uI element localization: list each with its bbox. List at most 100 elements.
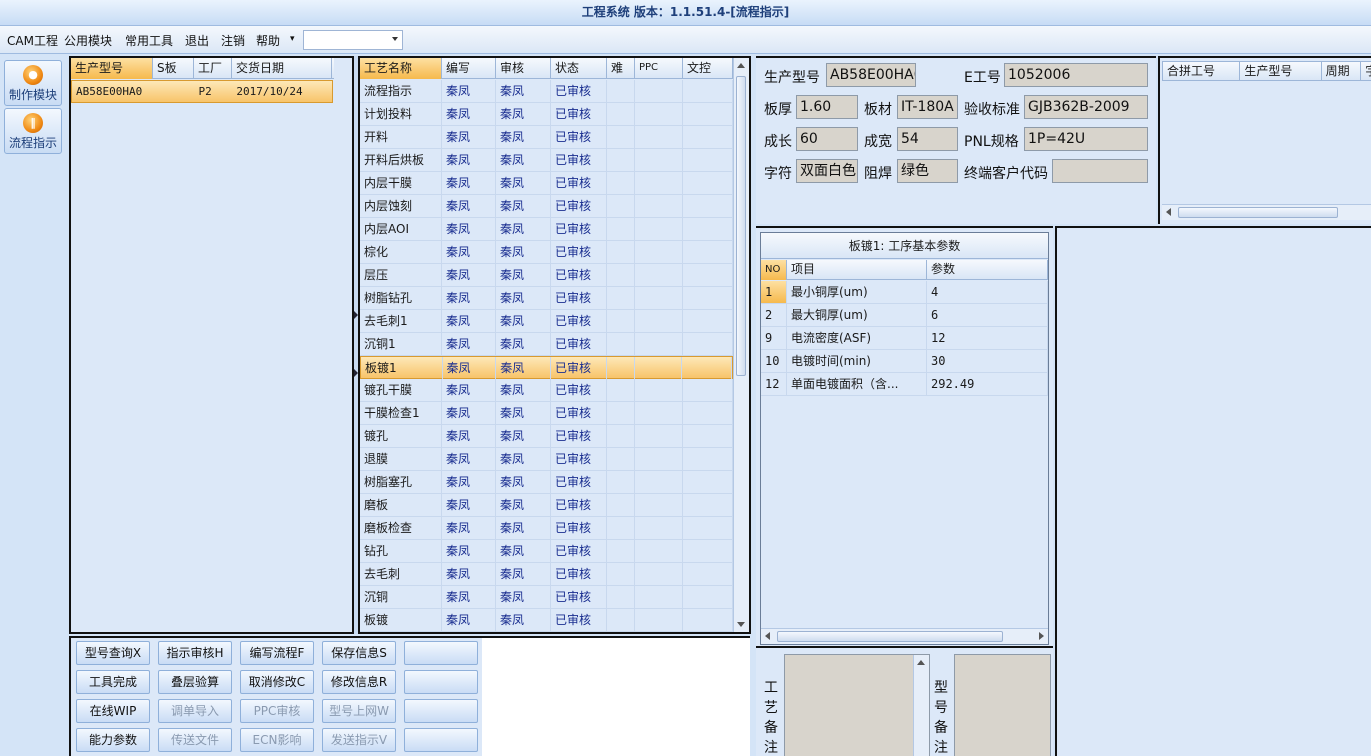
process-row[interactable]: 去毛刺 秦凤 秦凤 已审核	[360, 563, 733, 586]
scroll-up-icon[interactable]	[737, 63, 745, 68]
action-button[interactable]: 取消修改C	[240, 670, 314, 694]
action-button[interactable]: 调单导入	[158, 699, 232, 723]
action-button[interactable]: 编写流程F	[240, 641, 314, 665]
process-row[interactable]: 层压 秦凤 秦凤 已审核	[360, 264, 733, 287]
params-col-value[interactable]: 参数	[927, 260, 1048, 280]
process-row[interactable]: 镀孔 秦凤 秦凤 已审核	[360, 425, 733, 448]
make-module-button[interactable]: ● 制作模块	[4, 60, 62, 106]
process-row[interactable]: 内层蚀刻 秦凤 秦凤 已审核	[360, 195, 733, 218]
char-field[interactable]: 双面白色	[796, 159, 858, 183]
orders-col-date[interactable]: 交货日期	[232, 58, 332, 79]
menu-common-tools[interactable]: 常用工具	[125, 32, 173, 49]
scroll-left-icon[interactable]	[765, 632, 770, 640]
merge-scroll-thumb[interactable]	[1178, 207, 1338, 218]
orders-row[interactable]: AB58E00HA0 P2 2017/10/24	[71, 80, 333, 103]
action-button[interactable]: 在线WIP	[76, 699, 150, 723]
process-col-doc[interactable]: 文控	[683, 58, 733, 79]
process-row[interactable]: 计划投料 秦凤 秦凤 已审核	[360, 103, 733, 126]
pnl-field[interactable]: 1P=42U	[1024, 127, 1148, 151]
scroll-down-icon[interactable]	[737, 622, 745, 627]
standard-field[interactable]: GJB362B-2009	[1024, 95, 1148, 119]
action-button[interactable]: 叠层验算	[158, 670, 232, 694]
menu-logout[interactable]: 注销	[221, 32, 245, 49]
process-row[interactable]: 流程指示 秦凤 秦凤 已审核	[360, 80, 733, 103]
customer-field[interactable]	[1052, 159, 1148, 183]
process-row[interactable]: 沉铜 秦凤 秦凤 已审核	[360, 586, 733, 609]
params-col-no[interactable]: NO	[761, 260, 787, 280]
orders-col-factory[interactable]: 工厂	[194, 58, 232, 79]
process-col-status[interactable]: 状态	[551, 58, 607, 79]
process-row[interactable]: 开料 秦凤 秦凤 已审核	[360, 126, 733, 149]
process-row[interactable]: 钻孔 秦凤 秦凤 已审核	[360, 540, 733, 563]
action-button[interactable]: 传送文件	[158, 728, 232, 752]
process-row[interactable]: 退膜 秦凤 秦凤 已审核	[360, 448, 733, 471]
process-col-writer[interactable]: 编写	[442, 58, 496, 79]
process-row[interactable]: 干膜检查1 秦凤 秦凤 已审核	[360, 402, 733, 425]
merge-hscroll[interactable]	[1162, 204, 1371, 220]
action-button[interactable]: 发送指示V	[322, 728, 396, 752]
process-row[interactable]: 内层干膜 秦凤 秦凤 已审核	[360, 172, 733, 195]
action-button[interactable]: 型号上网W	[322, 699, 396, 723]
params-row[interactable]: 1 最小铜厚(um) 4	[761, 281, 1048, 304]
action-button[interactable]: 型号查询X	[76, 641, 150, 665]
action-button[interactable]: ECN影响	[240, 728, 314, 752]
process-row[interactable]: 板镀 秦凤 秦凤 已审核	[360, 609, 733, 632]
process-row[interactable]: 树脂塞孔 秦凤 秦凤 已审核	[360, 471, 733, 494]
process-row[interactable]: 去毛刺1 秦凤 秦凤 已审核	[360, 310, 733, 333]
blank-button[interactable]	[404, 641, 478, 665]
process-scrollbar[interactable]	[733, 58, 749, 632]
scroll-right-icon[interactable]	[1039, 632, 1044, 640]
scroll-left-icon[interactable]	[1166, 208, 1171, 216]
merge-col-model[interactable]: 生产型号	[1240, 62, 1322, 81]
process-row[interactable]: 沉铜1 秦凤 秦凤 已审核	[360, 333, 733, 356]
action-button[interactable]: 指示审核H	[158, 641, 232, 665]
process-row[interactable]: 板镀1 秦凤 秦凤 已审核	[360, 356, 733, 379]
merge-col-job[interactable]: 合拼工号	[1163, 62, 1241, 81]
thickness-field[interactable]: 1.60	[796, 95, 858, 119]
length-field[interactable]: 60	[796, 127, 858, 151]
material-field[interactable]: IT-180A	[897, 95, 958, 119]
merge-col-char[interactable]: 字	[1361, 62, 1371, 81]
process-note-textarea[interactable]	[784, 654, 930, 756]
menu-exit[interactable]: 退出	[185, 32, 209, 49]
process-row[interactable]: 镀孔干膜 秦凤 秦凤 已审核	[360, 379, 733, 402]
process-col-difficulty[interactable]: 难	[607, 58, 635, 79]
params-hscroll[interactable]	[761, 628, 1048, 644]
params-col-item[interactable]: 项目	[787, 260, 927, 280]
orders-col-s[interactable]: S板	[153, 58, 194, 79]
blank-button[interactable]	[404, 670, 478, 694]
merge-col-cycle[interactable]: 周期	[1322, 62, 1362, 81]
product-model-field[interactable]: AB58E00HA0	[826, 63, 916, 87]
menu-help[interactable]: 帮助	[256, 32, 280, 49]
help-dropdown-icon[interactable]: ▾	[290, 34, 295, 44]
process-row[interactable]: 磨板检查 秦凤 秦凤 已审核	[360, 517, 733, 540]
model-note-textarea[interactable]	[954, 654, 1051, 756]
params-row[interactable]: 2 最大铜厚(um) 6	[761, 304, 1048, 327]
process-col-reviewer[interactable]: 审核	[496, 58, 551, 79]
process-col-name[interactable]: 工艺名称	[360, 58, 442, 79]
blank-button[interactable]	[404, 699, 478, 723]
process-row[interactable]: 开料后烘板 秦凤 秦凤 已审核	[360, 149, 733, 172]
params-row[interactable]: 10 电镀时间(min) 30	[761, 350, 1048, 373]
note-scrollbar[interactable]	[913, 655, 929, 756]
action-button[interactable]: 能力参数	[76, 728, 150, 752]
scroll-up-icon[interactable]	[917, 660, 925, 665]
action-button[interactable]: 修改信息R	[322, 670, 396, 694]
menu-cam[interactable]: CAM工程	[7, 32, 58, 49]
process-row[interactable]: 磨板 秦凤 秦凤 已审核	[360, 494, 733, 517]
action-button[interactable]: PPC审核	[240, 699, 314, 723]
params-scroll-thumb[interactable]	[777, 631, 1003, 642]
process-scroll-thumb[interactable]	[736, 76, 746, 376]
menu-common-module[interactable]: 公用模块	[64, 32, 112, 49]
process-row[interactable]: 棕化 秦凤 秦凤 已审核	[360, 241, 733, 264]
action-button[interactable]: 工具完成	[76, 670, 150, 694]
action-button[interactable]: 保存信息S	[322, 641, 396, 665]
params-row[interactable]: 12 单面电镀面积（含... 292.49	[761, 373, 1048, 396]
params-row[interactable]: 9 电流密度(ASF) 12	[761, 327, 1048, 350]
process-col-ppc[interactable]: PPC	[635, 58, 683, 79]
mask-field[interactable]: 绿色	[897, 159, 958, 183]
menu-combo-box[interactable]	[303, 30, 403, 50]
width-field[interactable]: 54	[897, 127, 958, 151]
process-row[interactable]: 树脂钻孔 秦凤 秦凤 已审核	[360, 287, 733, 310]
e-no-field[interactable]: 1052006	[1004, 63, 1148, 87]
